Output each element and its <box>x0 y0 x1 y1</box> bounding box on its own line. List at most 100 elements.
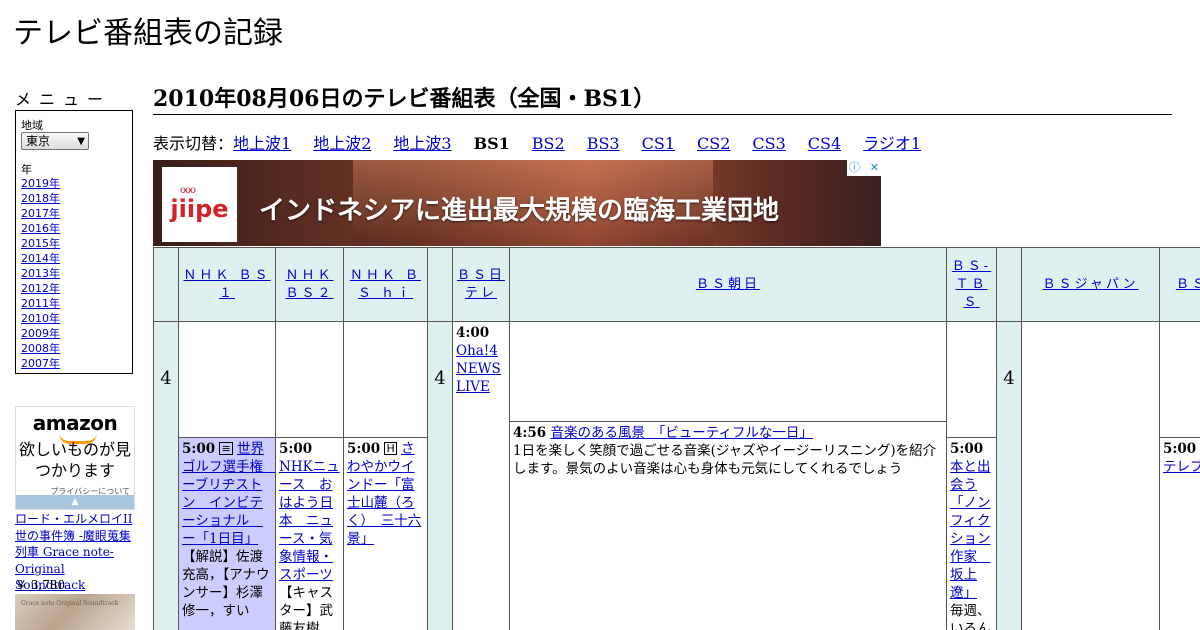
switch-link-cs4[interactable]: CS4 <box>808 134 841 153</box>
channel-header-nhk-bs2: ＮＨＫ ＢＳ２ <box>275 247 344 322</box>
banner-ad[interactable]: ooo jiipe インドネシアに進出最大規模の臨海工業団地 ⓘ ✕ <box>153 160 881 246</box>
year-link-2011[interactable]: 2011年 <box>21 297 60 310</box>
year-link-2007[interactable]: 2007年 <box>21 357 60 370</box>
amazon-logo: amazon <box>32 411 118 435</box>
channel-link-bs-tbs[interactable]: ＢＳ-ＴＢＳ <box>949 258 994 312</box>
channel-link-bs-japan[interactable]: ＢＳジャパン <box>1042 276 1138 294</box>
switch-link-radio-1[interactable]: ラジオ1 <box>863 134 921 153</box>
switch-link-cs2[interactable]: CS2 <box>697 134 730 153</box>
chevron-up-icon: ▲ <box>71 497 79 507</box>
channel-header-bs-asahi: ＢＳ朝日 <box>509 247 947 322</box>
year-list: 2019年 2018年 2017年 2016年 2015年 2014年 2013… <box>21 176 60 371</box>
program-title-link[interactable]: 本と出会う「ノンフィクション作家 坂上遼」 <box>950 459 991 601</box>
page-title: 2010年08月06日のテレビ番組表（全国・BS1） <box>153 84 1172 115</box>
program-cell: 4:56 音楽のある風景 「ビューティフルな一日」 1日を楽しく笑顔で過ごせる音… <box>509 421 947 630</box>
channel-header-nhk-bshi: ＮＨＫ ＢＳ ｈｉ <box>343 247 428 322</box>
channel-header-bs-japan: ＢＳジャパン <box>1021 247 1160 322</box>
empty-slot <box>946 321 997 438</box>
year-link-2013[interactable]: 2013年 <box>21 267 60 280</box>
year-label: 年 <box>21 163 32 176</box>
year-link-2014[interactable]: 2014年 <box>21 252 60 265</box>
switch-link-terrestrial-1[interactable]: 地上波1 <box>233 134 291 153</box>
view-switch-label: 表示切替： <box>153 134 234 153</box>
program-description: 【解説】佐渡充高，【アナウンサー】杉澤修一，すい <box>182 549 270 619</box>
grid-corner-cell <box>153 247 179 322</box>
hour-label: 4 <box>427 321 453 630</box>
channel-header-nhk-bs1: ＮＨＫ ＢＳ１ <box>178 247 276 322</box>
channel-link-bs-ntv[interactable]: ＢＳ日テレ <box>455 267 507 303</box>
chevron-down-icon: ▼ <box>77 136 85 147</box>
year-link-2009[interactable]: 2009年 <box>21 327 60 340</box>
product-price: ￥ 3,780 <box>15 578 66 592</box>
channel-header-bs-ntv: ＢＳ日テレ <box>452 247 510 322</box>
amazon-ad[interactable]: amazon 欲しいものが見つかります プライバシーについて ▲ <box>15 406 135 510</box>
switch-link-cs1[interactable]: CS1 <box>642 134 675 153</box>
amazon-expand-band[interactable]: ▲ <box>16 495 134 509</box>
year-link-2017[interactable]: 2017年 <box>21 207 60 220</box>
year-link-2018[interactable]: 2018年 <box>21 192 60 205</box>
banner-logo: ooo jiipe <box>162 167 237 242</box>
empty-slot <box>1021 321 1160 630</box>
program-title-link[interactable]: 音楽のある風景 「ビューティフルな一日」 <box>550 425 812 441</box>
channel-link-bs-next[interactable]: ＢＳ <box>1176 276 1200 294</box>
site-title: テレビ番組表の記録 <box>13 16 283 51</box>
program-cell-news: 5:00 ≡ 世界ゴルフ選手権 ーブリヂストン インビテーショナル ー「1日目」… <box>178 437 276 630</box>
year-link-2019[interactable]: 2019年 <box>21 177 60 190</box>
program-time: 5:00 <box>1163 441 1197 457</box>
switch-link-cs3[interactable]: CS3 <box>752 134 785 153</box>
empty-slot <box>343 321 428 438</box>
hour-label: 4 <box>153 321 179 630</box>
product-image[interactable]: Grace note Original Soundtrack <box>15 594 135 630</box>
hour-column-header <box>996 247 1022 322</box>
switch-link-bs3[interactable]: BS3 <box>587 134 620 153</box>
hour-label-text: 4 <box>434 368 446 389</box>
program-cell: 5:00 NHKニュース おはよう日本 ニュース・気象情報・スポーツ 【キャスタ… <box>275 437 344 630</box>
channel-link-nhk-bshi[interactable]: ＮＨＫ ＢＳ ｈｉ <box>346 267 425 303</box>
region-label: 地域 <box>21 119 43 132</box>
switch-current-bs1: BS1 <box>473 134 510 153</box>
program-time: 5:00 <box>279 441 313 457</box>
empty-slot <box>509 321 947 422</box>
empty-slot <box>275 321 344 438</box>
program-cell: 5:00 本と出会う「ノンフィクション作家 坂上遼」 毎週、いろんなジャ <box>946 437 997 630</box>
ad-close-icon[interactable]: ✕ <box>870 160 879 176</box>
menu-heading: メニュー <box>15 90 112 109</box>
program-time: 5:00 <box>950 441 984 457</box>
hd-broadcast-icon: H <box>384 442 397 455</box>
banner-logo-text: jiipe <box>170 195 229 223</box>
hour-label-text: 4 <box>1003 368 1015 389</box>
program-description: 1日を楽しく笑顔で過ごせる音楽(ジャズやイージーリスニング)を紹介します。景気の… <box>513 443 937 477</box>
program-title-link[interactable]: Oha!4 NEWS LIVE <box>456 343 501 395</box>
channel-link-bs-asahi[interactable]: ＢＳ朝日 <box>696 276 760 294</box>
year-link-2010[interactable]: 2010年 <box>21 312 60 325</box>
empty-slot <box>178 321 276 438</box>
switch-link-terrestrial-3[interactable]: 地上波3 <box>393 134 451 153</box>
view-switch-row: 表示切替：地上波1 地上波2 地上波3 BS1 BS2 BS3 CS1 CS2 CS3 CS4 ラジ… <box>153 134 943 154</box>
banner-adchoice: ⓘ ✕ <box>847 160 881 176</box>
region-select[interactable]: 東京 ▼ <box>21 132 89 150</box>
program-title-link[interactable]: NHKニュース おはよう日本 ニュース・気象情報・スポーツ <box>279 459 340 583</box>
channel-link-nhk-bs1[interactable]: ＮＨＫ ＢＳ１ <box>181 267 273 303</box>
amazon-tagline: 欲しいものが見つかります <box>18 440 131 480</box>
menu-box: 地域 東京 ▼ 年 2019年 2018年 2017年 2016年 2015年 … <box>15 110 133 374</box>
program-time: 5:00 <box>347 441 381 457</box>
data-broadcast-icon: ≡ <box>219 442 233 455</box>
region-select-value: 東京 <box>26 134 51 148</box>
year-link-2016[interactable]: 2016年 <box>21 222 60 235</box>
switch-link-terrestrial-2[interactable]: 地上波2 <box>313 134 371 153</box>
program-time: 4:56 <box>513 425 547 441</box>
program-cell: 5:00 鍋品テレブ <box>1159 437 1200 630</box>
year-link-2015[interactable]: 2015年 <box>21 237 60 250</box>
ad-info-icon[interactable]: ⓘ <box>849 160 860 176</box>
channel-link-nhk-bs2[interactable]: ＮＨＫ ＢＳ２ <box>278 267 341 303</box>
program-description: 【キャスター】武藤友樹 <box>279 585 333 630</box>
year-link-2012[interactable]: 2012年 <box>21 282 60 295</box>
program-description: 毎週、いろんなジャ <box>950 603 991 630</box>
product-image-caption: Grace note Original Soundtrack <box>21 600 119 607</box>
empty-slot <box>1159 321 1200 438</box>
switch-link-bs2[interactable]: BS2 <box>532 134 565 153</box>
year-link-2008[interactable]: 2008年 <box>21 342 60 355</box>
banner-headline: インドネシアに進出最大規模の臨海工業団地 <box>259 196 780 226</box>
program-time: 5:00 <box>182 441 216 457</box>
channel-header-bs-tbs: ＢＳ-ＴＢＳ <box>946 247 997 322</box>
